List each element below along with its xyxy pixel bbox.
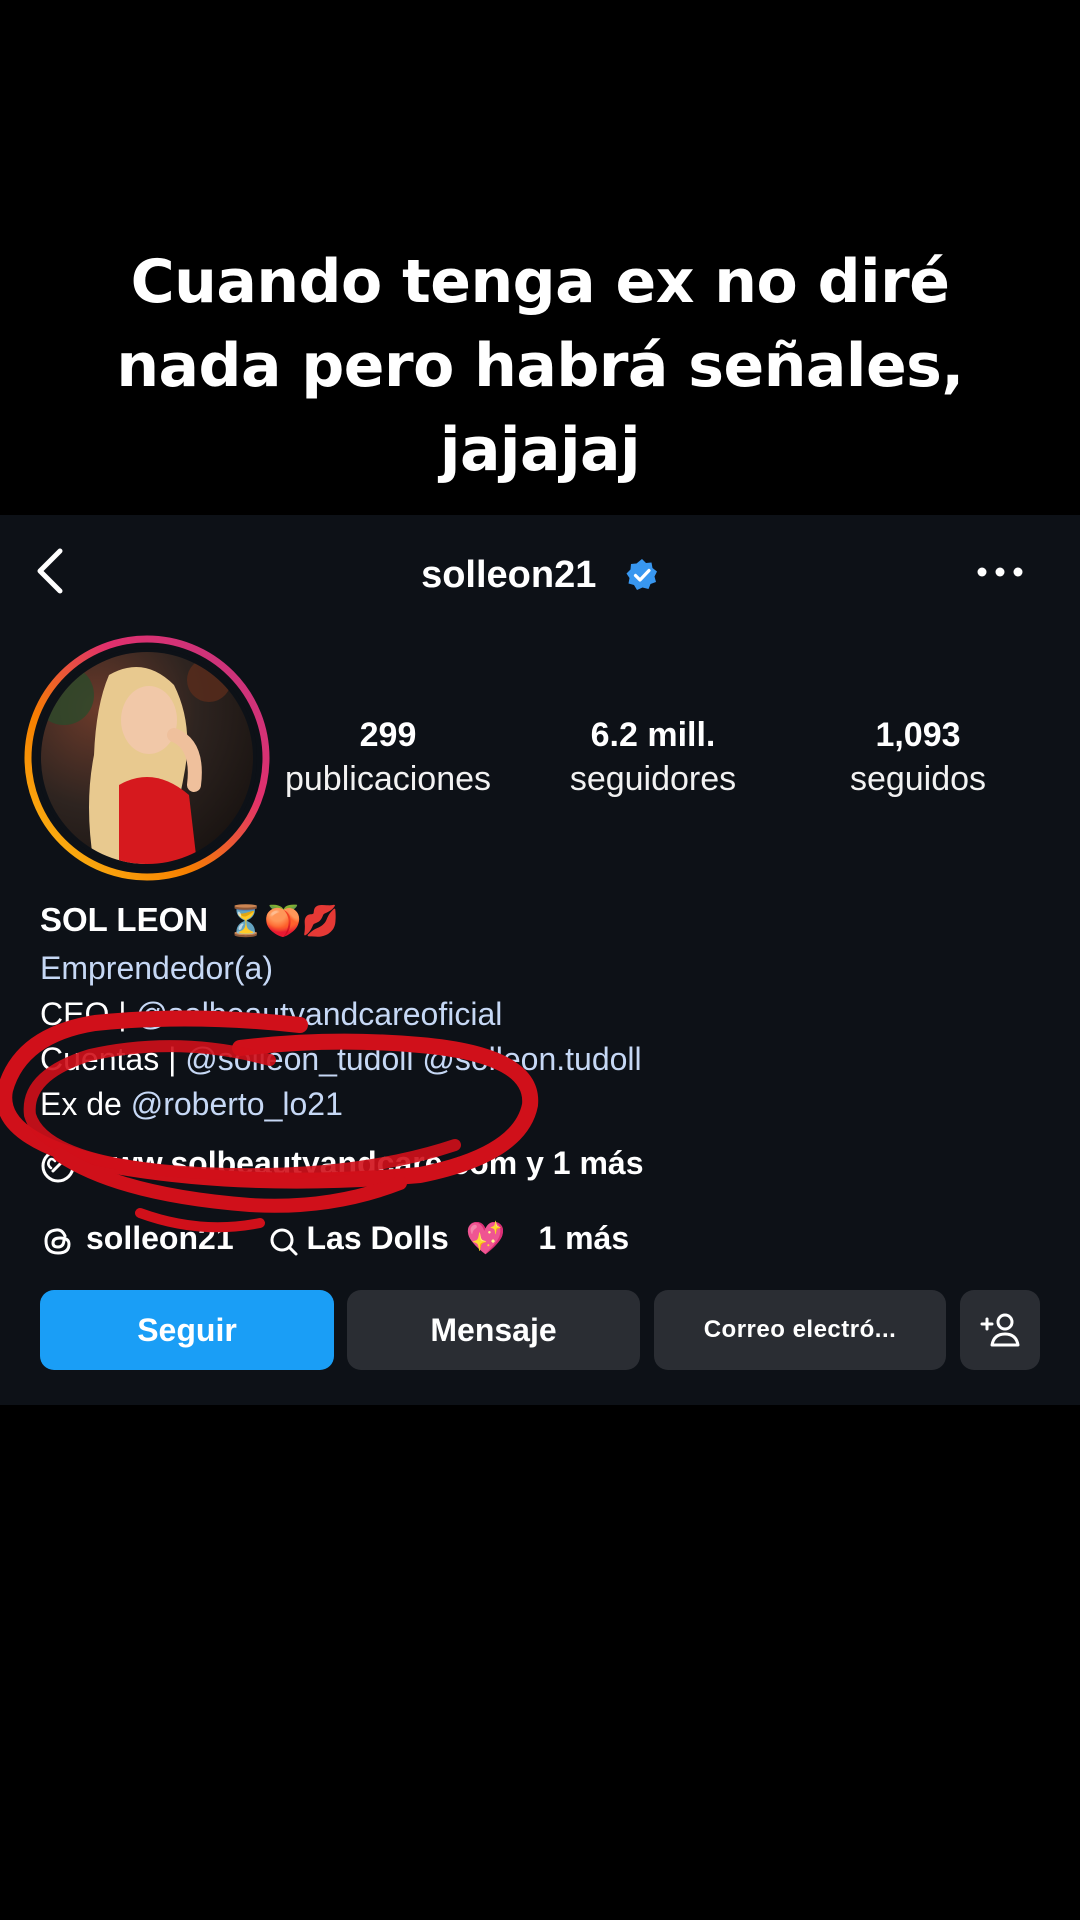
link-icon — [41, 1149, 75, 1183]
followers-count: 6.2 mill. — [590, 716, 716, 754]
email-button[interactable]: Correo electró... — [654, 1290, 946, 1370]
avatar[interactable] — [24, 635, 270, 881]
verified-badge-icon — [626, 558, 657, 590]
ex-handle-link[interactable]: @roberto_lo21 — [131, 1086, 343, 1122]
followers-label: seguidores — [569, 760, 737, 798]
stat-followers[interactable]: 6.2 mill. seguidores — [550, 713, 756, 801]
following-count: 1,093 — [875, 716, 961, 754]
caption-line-2: nada pero habrá señales, — [116, 331, 964, 401]
posts-count: 299 — [359, 716, 417, 754]
profile-name-row: SOL LEON ⏳🍑💋 — [40, 897, 339, 945]
display-name: SOL LEON — [40, 901, 209, 938]
bio-ex-line: Ex de @roberto_lo21 — [40, 1081, 343, 1127]
more-links[interactable]: 1 más — [538, 1220, 629, 1256]
threads-handle-link[interactable]: solleon21 — [86, 1220, 234, 1256]
profile-screenshot: solleon21 299 publicaciones 6.2 mill. se… — [0, 515, 1080, 1405]
chat-search-icon — [270, 1228, 297, 1256]
group-link[interactable]: Las Dolls — [307, 1220, 449, 1256]
bio-accounts-line: Cuentas | @solleon_tudoll @solleon.tudol… — [40, 1036, 642, 1082]
bio-ceo-line: CEO | @solbeautyandcareoficial — [40, 991, 502, 1037]
threads-row: solleon21 Las Dolls 💖 1 más — [40, 1215, 629, 1261]
account-handle-link-1[interactable]: @solleon_tudoll — [185, 1041, 413, 1077]
group-emoji: 💖 — [465, 1220, 506, 1256]
posts-label: publicaciones — [284, 760, 492, 798]
more-horizontal-icon[interactable] — [975, 565, 1025, 579]
bio-accounts-prefix: Cuentas | — [40, 1041, 186, 1077]
bio-ex-prefix: Ex de — [40, 1086, 131, 1122]
caption-line-3: jajajaj — [439, 415, 641, 485]
threads-icon — [44, 1227, 71, 1255]
video-caption: Cuando tenga ex no diré nada pero habrá … — [0, 240, 1080, 492]
name-emojis: ⏳🍑💋 — [226, 905, 340, 938]
add-user-button[interactable] — [960, 1290, 1040, 1370]
stat-following[interactable]: 1,093 seguidos — [820, 713, 1016, 801]
profile-username-title: solleon21 — [0, 545, 1080, 603]
follow-button[interactable]: Seguir — [40, 1290, 334, 1370]
website-link[interactable]: www.solbeautyandcare.com y 1 más — [88, 1145, 643, 1181]
profile-header: solleon21 — [0, 515, 1080, 625]
bio-ceo-prefix: CEO | — [40, 996, 136, 1032]
following-label: seguidos — [849, 760, 987, 798]
caption-line-1: Cuando tenga ex no diré — [130, 247, 950, 317]
ceo-handle-link[interactable]: @solbeautyandcareoficial — [135, 996, 502, 1032]
website-row[interactable]: www.solbeautyandcare.com y 1 más — [40, 1140, 643, 1186]
message-button[interactable]: Mensaje — [347, 1290, 640, 1370]
account-handle-link-2[interactable]: @solleon.tudoll — [422, 1041, 641, 1077]
username: solleon21 — [421, 553, 597, 596]
category-label: Emprendedor(a) — [40, 950, 273, 986]
stat-posts[interactable]: 299 publicaciones — [278, 713, 498, 801]
add-user-icon — [980, 1313, 1020, 1347]
